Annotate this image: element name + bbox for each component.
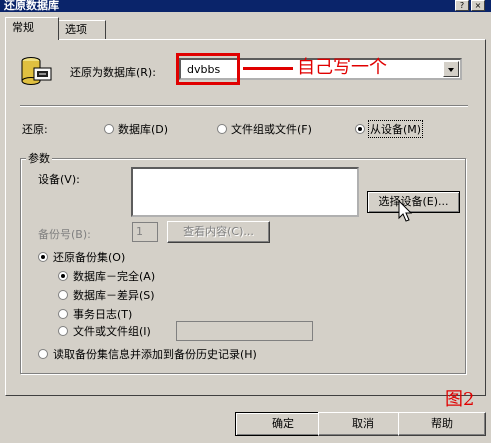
radio-read-info-label[interactable]: 读取备份集信息并添加到备份历史记录(H): [53, 346, 257, 362]
help-icon: ?: [459, 1, 465, 10]
view-contents-button: 查看内容(C)...: [167, 221, 270, 243]
device-label: 设备(V):: [38, 173, 80, 186]
filegroup-field: [176, 321, 313, 341]
figure-label: 图2: [445, 389, 475, 410]
cursor-icon: [398, 200, 413, 222]
radio-database[interactable]: [104, 124, 114, 134]
annotation-highlight-box: [176, 53, 240, 85]
close-title-button[interactable]: ×: [471, 0, 485, 11]
radio-read-info[interactable]: [38, 349, 48, 359]
radio-db-full-label[interactable]: 数据库－完全(A): [73, 268, 155, 284]
restore-label: 还原:: [22, 123, 48, 136]
tab-general-label: 常规: [12, 21, 34, 34]
backup-no-label: 备份号(B):: [38, 228, 91, 241]
tab-options-label: 选项: [65, 23, 87, 36]
title-bar: 还原数据库: [0, 0, 491, 12]
radio-db-diff[interactable]: [58, 290, 68, 300]
radio-tx-log[interactable]: [58, 309, 68, 319]
separator: [20, 105, 468, 107]
params-group-title: 参数: [26, 150, 52, 166]
radio-db-full[interactable]: [58, 271, 68, 281]
radio-db-diff-label[interactable]: 数据库－差异(S): [73, 287, 155, 303]
help-title-button[interactable]: ?: [455, 0, 469, 11]
chevron-down-icon[interactable]: [443, 61, 459, 77]
restore-as-label: 还原为数据库(R):: [70, 66, 156, 79]
window-title: 还原数据库: [4, 0, 59, 12]
radio-restore-set-label[interactable]: 还原备份集(O): [53, 249, 125, 265]
device-list[interactable]: [131, 167, 359, 217]
tab-general[interactable]: 常规: [5, 17, 59, 40]
annotation-text: 自己写一个: [297, 57, 387, 78]
ok-button[interactable]: 确定: [235, 412, 331, 436]
cancel-button[interactable]: 取消: [318, 412, 408, 436]
radio-database-label[interactable]: 数据库(D): [118, 121, 168, 137]
backup-no-field: 1: [132, 222, 158, 242]
radio-file-or-group[interactable]: [58, 326, 68, 336]
radio-tx-log-label[interactable]: 事务日志(T): [73, 306, 132, 322]
radio-from-device-label[interactable]: 从设备(M): [368, 120, 424, 138]
tab-options[interactable]: 选项: [58, 20, 106, 39]
close-icon: ×: [474, 1, 482, 10]
radio-filegroup-label[interactable]: 文件组或文件(F): [231, 121, 312, 137]
annotation-arrow: [243, 67, 293, 70]
radio-restore-set[interactable]: [38, 252, 48, 262]
radio-file-or-group-label[interactable]: 文件或文件组(I): [73, 323, 151, 339]
radio-filegroup[interactable]: [217, 124, 227, 134]
help-button[interactable]: 帮助: [398, 412, 486, 436]
database-icon: [21, 57, 52, 85]
radio-from-device[interactable]: [355, 124, 365, 134]
